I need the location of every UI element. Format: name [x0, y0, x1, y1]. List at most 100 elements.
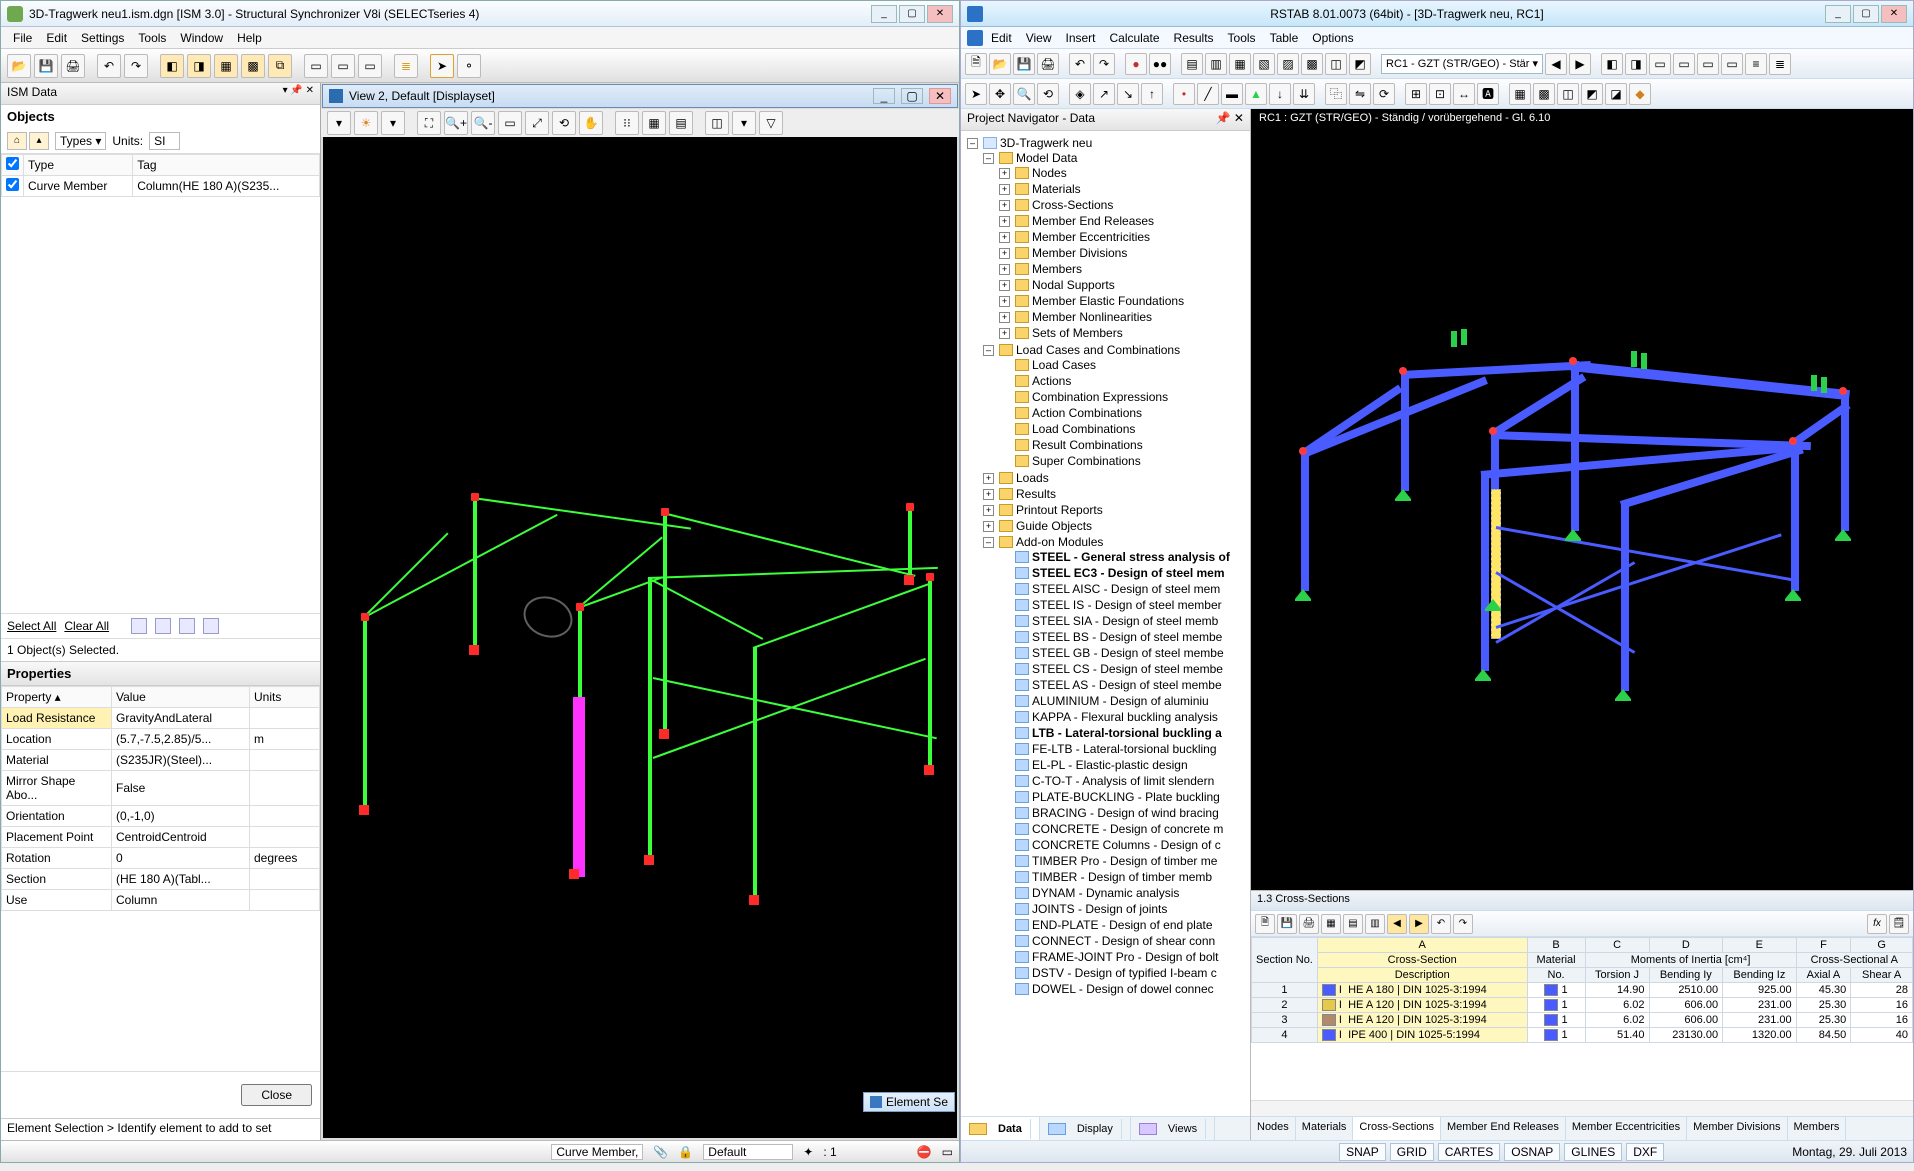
tool-save-icon[interactable]: 💾 — [34, 54, 58, 78]
rt-r1-icon[interactable]: ◧ — [1601, 53, 1623, 75]
property-row[interactable]: Placement PointCentroidCentroid — [2, 827, 320, 848]
loadcase-combo[interactable]: RC1 - GZT (STR/GEO) - Stär ▾ — [1381, 54, 1543, 74]
ss-tab-members[interactable]: Members — [1788, 1117, 1847, 1140]
navigator-tree[interactable]: – 3D-Tragwerk neu – Model Data +Nodes+Ma… — [961, 131, 1250, 1116]
tool-ism-1-icon[interactable]: ◧ — [160, 54, 184, 78]
status-check-icon[interactable]: ▭ — [942, 1145, 953, 1159]
ss-t9-icon[interactable]: ↶ — [1431, 914, 1451, 934]
tree-item[interactable]: TIMBER - Design of timber memb — [999, 869, 1248, 885]
rt2-x-icon[interactable]: ↗ — [1093, 83, 1115, 105]
nav-up-icon[interactable]: ▴ — [29, 132, 49, 150]
vt-zoom-fit-icon[interactable]: ⛶ — [417, 111, 441, 135]
rt-calc-icon[interactable]: ● — [1125, 53, 1147, 75]
tree-item[interactable]: LTB - Lateral-torsional buckling a — [999, 725, 1248, 741]
rt-g-icon[interactable]: ◫ — [1325, 53, 1347, 75]
tree-item[interactable]: STEEL - General stress analysis of — [999, 549, 1248, 565]
menu-window[interactable]: Window — [174, 29, 229, 47]
rt-redo-icon[interactable]: ↷ — [1093, 53, 1115, 75]
ss-tab-div[interactable]: Member Divisions — [1687, 1117, 1787, 1140]
vt-zoom-in-icon[interactable]: 🔍+ — [444, 111, 468, 135]
tree-item[interactable]: +Member Eccentricities — [999, 229, 1248, 245]
tree-item[interactable]: Load Combinations — [999, 421, 1248, 437]
close-panel-button[interactable]: Close — [241, 1084, 312, 1106]
rt2-grid-icon[interactable]: ⊞ — [1405, 83, 1427, 105]
property-row[interactable]: Location(5.7,-7.5,2.85)/5...m — [2, 729, 320, 750]
view-titlebar[interactable]: View 2, Default [Displayset] _ ▢ ✕ — [322, 84, 958, 108]
property-row[interactable]: UseColumn — [2, 890, 320, 911]
rt-e-icon[interactable]: ▨ — [1277, 53, 1299, 75]
tree-item[interactable]: DSTV - Design of typified I-beam c — [999, 965, 1248, 981]
vt-pan-icon[interactable]: ✋ — [579, 111, 603, 135]
rt-next-lc-icon[interactable]: ▶ — [1569, 53, 1591, 75]
menu-settings[interactable]: Settings — [75, 29, 130, 47]
table-row[interactable]: 1 I HE A 180 | DIN 1025-3:1994 1 14.90 2… — [1252, 983, 1913, 998]
row-checkbox[interactable] — [6, 178, 19, 191]
tree-item[interactable]: CONNECT - Design of shear conn — [999, 933, 1248, 949]
menu-calculate[interactable]: Calculate — [1104, 29, 1166, 47]
rt-save-icon[interactable]: 💾 — [1013, 53, 1035, 75]
ss-tab-ecc[interactable]: Member Eccentricities — [1566, 1117, 1687, 1140]
ss-grid[interactable]: Section No. ABCDEFG Cross-Section Materi… — [1251, 937, 1913, 1100]
tree-item[interactable]: EL-PL - Elastic-plastic design — [999, 757, 1248, 773]
tree-item[interactable]: +Cross-Sections — [999, 197, 1248, 213]
filter-4-icon[interactable] — [203, 618, 219, 634]
prop-col-value[interactable]: Value — [112, 687, 250, 708]
rt2-dim-icon[interactable]: ↔ — [1453, 83, 1475, 105]
menu-view[interactable]: View — [1020, 29, 1058, 47]
menu-file[interactable]: File — [7, 29, 38, 47]
rt2-node-icon[interactable]: • — [1173, 83, 1195, 105]
rt-r6-icon[interactable]: ▭ — [1721, 53, 1743, 75]
vt-fit-icon[interactable]: ⤢ — [525, 111, 549, 135]
tree-item[interactable]: STEEL BS - Design of steel membe — [999, 629, 1248, 645]
rt-d-icon[interactable]: ▧ — [1253, 53, 1275, 75]
property-row[interactable]: Orientation(0,-1,0) — [2, 806, 320, 827]
ss-t4-icon[interactable]: ▦ — [1321, 914, 1341, 934]
close-button[interactable]: ✕ — [927, 5, 953, 23]
tree-item[interactable]: CONCRETE - Design of concrete m — [999, 821, 1248, 837]
types-dropdown[interactable]: Types ▾ — [55, 132, 106, 150]
tree-item[interactable]: Super Combinations — [999, 453, 1248, 469]
menu-options[interactable]: Options — [1306, 29, 1359, 47]
rt2-select-icon[interactable]: ➤ — [965, 83, 987, 105]
status-dxf[interactable]: DXF — [1626, 1143, 1664, 1161]
tree-item[interactable]: +Sets of Members — [999, 325, 1248, 341]
view-close-button[interactable]: ✕ — [929, 88, 951, 104]
nav-home-icon[interactable]: ⌂ — [7, 132, 27, 150]
status-stop-icon[interactable]: ⛔ — [917, 1145, 932, 1159]
rt2-m5-icon[interactable]: ◪ — [1605, 83, 1627, 105]
view-canvas-left[interactable] — [323, 137, 957, 1138]
rt-r7-icon[interactable]: ≡ — [1745, 53, 1767, 75]
rt-b-icon[interactable]: ▥ — [1205, 53, 1227, 75]
rt2-rotate-icon[interactable]: ⟳ — [1373, 83, 1395, 105]
menu-tools[interactable]: Tools — [1222, 29, 1262, 47]
vt-sun-icon[interactable]: ☀ — [354, 111, 378, 135]
rt2-mirror-icon[interactable]: ⇋ — [1349, 83, 1371, 105]
tool-select-dd-icon[interactable]: ⚬ — [457, 54, 481, 78]
rt2-m3-icon[interactable]: ◫ — [1557, 83, 1579, 105]
status-glines[interactable]: GLINES — [1564, 1143, 1622, 1161]
tree-item[interactable]: FRAME-JOINT Pro - Design of bolt — [999, 949, 1248, 965]
ss-t10-icon[interactable]: ↷ — [1453, 914, 1473, 934]
rt-r4-icon[interactable]: ▭ — [1673, 53, 1695, 75]
tree-item[interactable]: +Member Divisions — [999, 245, 1248, 261]
clear-all-link[interactable]: Clear All — [64, 619, 109, 633]
tree-item[interactable]: STEEL AS - Design of steel membe — [999, 677, 1248, 693]
ss-calc-icon[interactable]: 🗒 — [1889, 914, 1909, 934]
rt-c-icon[interactable]: ▦ — [1229, 53, 1251, 75]
tool-view-1-icon[interactable]: ▭ — [304, 54, 328, 78]
rt2-m2-icon[interactable]: ▩ — [1533, 83, 1555, 105]
minimize-button[interactable]: _ — [1825, 5, 1851, 23]
tree-item[interactable]: STEEL IS - Design of steel member — [999, 597, 1248, 613]
menu-help[interactable]: Help — [231, 29, 268, 47]
maximize-button[interactable]: ▢ — [899, 5, 925, 23]
tree-item[interactable]: STEEL AISC - Design of steel mem — [999, 581, 1248, 597]
tree-item[interactable]: TIMBER Pro - Design of timber me — [999, 853, 1248, 869]
rt2-move-icon[interactable]: ✥ — [989, 83, 1011, 105]
rt-r8-icon[interactable]: ≣ — [1769, 53, 1791, 75]
view-min-button[interactable]: _ — [873, 88, 895, 104]
ss-t7-icon[interactable]: ◀ — [1387, 914, 1407, 934]
rt2-iso-icon[interactable]: ◈ — [1069, 83, 1091, 105]
tree-item[interactable]: STEEL CS - Design of steel membe — [999, 661, 1248, 677]
ss-tab-materials[interactable]: Materials — [1296, 1117, 1354, 1140]
menu-edit[interactable]: Edit — [40, 29, 73, 47]
